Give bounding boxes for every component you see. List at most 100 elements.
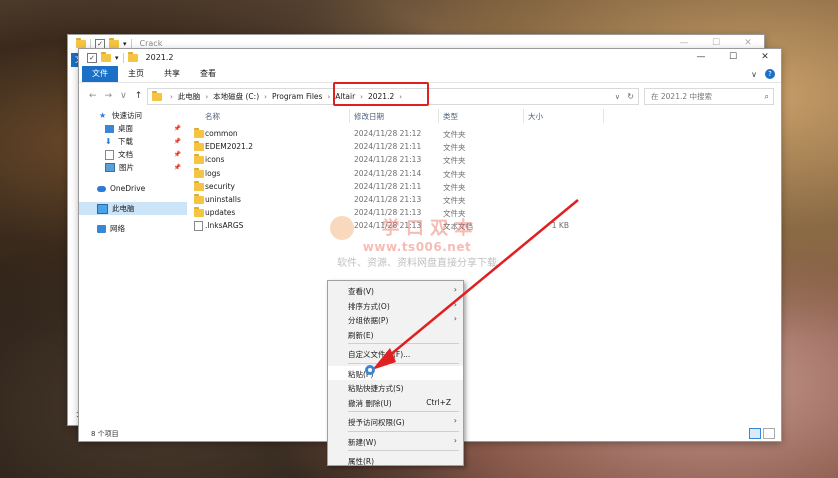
title-bar[interactable]: ✓ ▾ 2021.2 — ☐ ✕ <box>79 49 781 66</box>
sidebar-item-label: 此电脑 <box>112 204 135 213</box>
column-header-size[interactable]: 大小 <box>528 111 543 122</box>
menu-item-customize-folder[interactable]: 自定义文件夹(F)... <box>328 346 463 361</box>
tab-file[interactable]: 文件 <box>82 66 118 82</box>
folder-icon <box>194 193 204 204</box>
up-arrow-icon[interactable]: ↑ <box>135 91 143 101</box>
menu-item-label: 自定义文件夹(F)... <box>348 350 411 359</box>
menu-item-give-access[interactable]: 授予访问权限(G) › <box>328 414 463 429</box>
minimize-button[interactable]: — <box>685 49 717 66</box>
file-type: 文件夹 <box>443 130 466 139</box>
menu-item-label: 分组依据(P) <box>348 316 389 325</box>
file-row-uninstalls[interactable]: uninstalls 2024/11/28 21:13 文件夹 <box>191 193 781 206</box>
divider[interactable] <box>438 109 439 123</box>
sidebar-item-desktop[interactable]: 桌面 📌 <box>79 122 187 135</box>
address-row: ← → ∨ ↑ › 此电脑 › 本地磁盘 (C:) › Program File… <box>79 83 781 109</box>
divider[interactable] <box>603 109 604 123</box>
tab-view[interactable]: 查看 <box>190 66 226 82</box>
divider <box>130 38 132 49</box>
menu-item-undo-delete[interactable]: 撤消 删除(U) Ctrl+Z <box>328 395 463 410</box>
close-button[interactable]: ✕ <box>749 49 781 66</box>
breadcrumb-separator[interactable]: › <box>325 93 332 101</box>
file-date: 2024/11/28 21:11 <box>354 181 422 191</box>
menu-item-refresh[interactable]: 刷新(E) <box>328 327 463 342</box>
desktop-icon <box>105 124 114 133</box>
file-type: 文件夹 <box>443 195 466 205</box>
back-arrow-icon[interactable]: ← <box>89 91 97 101</box>
sidebar-item-this-pc[interactable]: 此电脑 <box>79 202 187 215</box>
file-name: EDEM2021.2 <box>205 142 253 152</box>
breadcrumb-local-disk[interactable]: 本地磁盘 (C:) <box>210 91 262 102</box>
pin-icon[interactable]: 📌 <box>174 125 181 132</box>
column-header-name[interactable]: 名称 <box>205 111 220 122</box>
menu-divider <box>348 411 459 412</box>
large-icons-view-icon[interactable] <box>763 428 775 439</box>
column-header-date[interactable]: 修改日期 <box>354 111 384 122</box>
navigation-pane: ★ 快速访问 桌面 📌 ⬇ 下载 📌 文档 📌 图片 📌 OneDrive 此电脑 网络 <box>79 109 187 427</box>
sidebar-item-onedrive[interactable]: OneDrive <box>79 182 187 195</box>
refresh-icon[interactable]: ↻ <box>627 92 634 101</box>
maximize-button[interactable]: ☐ <box>717 49 749 66</box>
sidebar-item-pictures[interactable]: 图片 📌 <box>79 161 187 174</box>
menu-item-new[interactable]: 新建(W) › <box>328 434 463 449</box>
tab-home[interactable]: 主页 <box>118 66 154 82</box>
file-type: 文件夹 <box>443 169 466 179</box>
breadcrumb-this-pc[interactable]: 此电脑 <box>175 91 204 102</box>
file-name: icons <box>205 155 225 165</box>
checkbox-icon[interactable]: ✓ <box>87 52 97 63</box>
dropdown-icon[interactable]: ▾ <box>123 40 127 48</box>
breadcrumb-separator[interactable]: › <box>262 93 269 101</box>
menu-item-properties[interactable]: 属性(R) <box>328 453 463 468</box>
sidebar-item-documents[interactable]: 文档 📌 <box>79 148 187 161</box>
search-icon[interactable]: ⌕ <box>765 92 769 102</box>
recent-locations-icon[interactable]: ∨ <box>120 91 127 101</box>
folder-icon <box>194 128 204 138</box>
menu-item-label: 新建(W) <box>348 437 377 447</box>
file-row-edem[interactable]: EDEM2021.2 2024/11/28 21:11 文件夹 <box>191 140 781 153</box>
help-icon[interactable]: ? <box>765 69 775 79</box>
column-header-type[interactable]: 类型 <box>443 111 458 122</box>
file-row-icons[interactable]: icons 2024/11/28 21:13 文件夹 <box>191 153 781 166</box>
breadcrumb-program-files[interactable]: Program Files <box>269 92 326 101</box>
menu-divider <box>348 343 459 344</box>
file-type: 文件夹 <box>443 156 466 166</box>
file-row-security[interactable]: security 2024/11/28 21:11 文件夹 <box>191 180 781 193</box>
window-title: 2021.2 <box>145 53 174 62</box>
search-input[interactable]: 在 2021.2 中搜索 ⌕ <box>644 88 774 105</box>
ribbon-expand-icon[interactable]: ∨ <box>751 70 757 79</box>
breadcrumb-separator[interactable]: › <box>168 93 175 101</box>
file-row-common[interactable]: common 2024/11/28 21:12 文件夹 <box>191 127 781 140</box>
pin-icon[interactable]: 📌 <box>174 151 181 158</box>
file-row-logs[interactable]: logs 2024/11/28 21:14 文件夹 <box>191 167 781 180</box>
folder-icon <box>194 154 204 165</box>
menu-divider <box>348 430 459 432</box>
sidebar-item-downloads[interactable]: ⬇ 下载 📌 <box>79 135 187 148</box>
menu-item-paste-shortcut[interactable]: 粘贴快捷方式(S) <box>328 380 463 395</box>
sidebar-item-network[interactable]: 网络 <box>79 222 187 235</box>
menu-item-label: 撤消 删除(U) <box>348 398 392 408</box>
sidebar-item-quick-access[interactable]: ★ 快速访问 <box>79 109 187 122</box>
file-name: uninstalls <box>205 194 241 204</box>
dropdown-icon[interactable]: ▾ <box>115 54 119 62</box>
menu-item-sort-by[interactable]: 排序方式(O) › <box>328 298 463 313</box>
status-count: 8 个项目 <box>91 430 119 438</box>
file-name: security <box>205 181 235 191</box>
forward-arrow-icon[interactable]: → <box>105 91 113 101</box>
breadcrumb-separator[interactable]: › <box>203 93 210 101</box>
menu-divider <box>348 450 459 451</box>
folder-icon <box>101 51 111 62</box>
divider[interactable] <box>349 109 350 123</box>
tab-share[interactable]: 共享 <box>154 66 190 82</box>
divider[interactable] <box>523 109 524 123</box>
file-type: 文件夹 <box>443 143 466 153</box>
file-date: 2024/11/28 21:13 <box>354 155 422 165</box>
details-view-icon[interactable] <box>749 428 761 439</box>
watermark-tagline: 软件、资源、资料网盘直接分享下载 <box>337 258 497 269</box>
menu-item-paste[interactable]: 粘贴(P) <box>328 365 463 380</box>
submenu-arrow-icon: › <box>453 299 457 309</box>
checkbox-icon[interactable]: ✓ <box>95 38 105 49</box>
pin-icon[interactable]: 📌 <box>174 164 181 171</box>
menu-item-group-by[interactable]: 分组依据(P) › <box>328 312 463 327</box>
address-dropdown-icon[interactable]: ∨ <box>615 93 620 101</box>
pin-icon[interactable]: 📌 <box>174 138 181 145</box>
menu-item-view[interactable]: 查看(V) › <box>328 283 463 298</box>
